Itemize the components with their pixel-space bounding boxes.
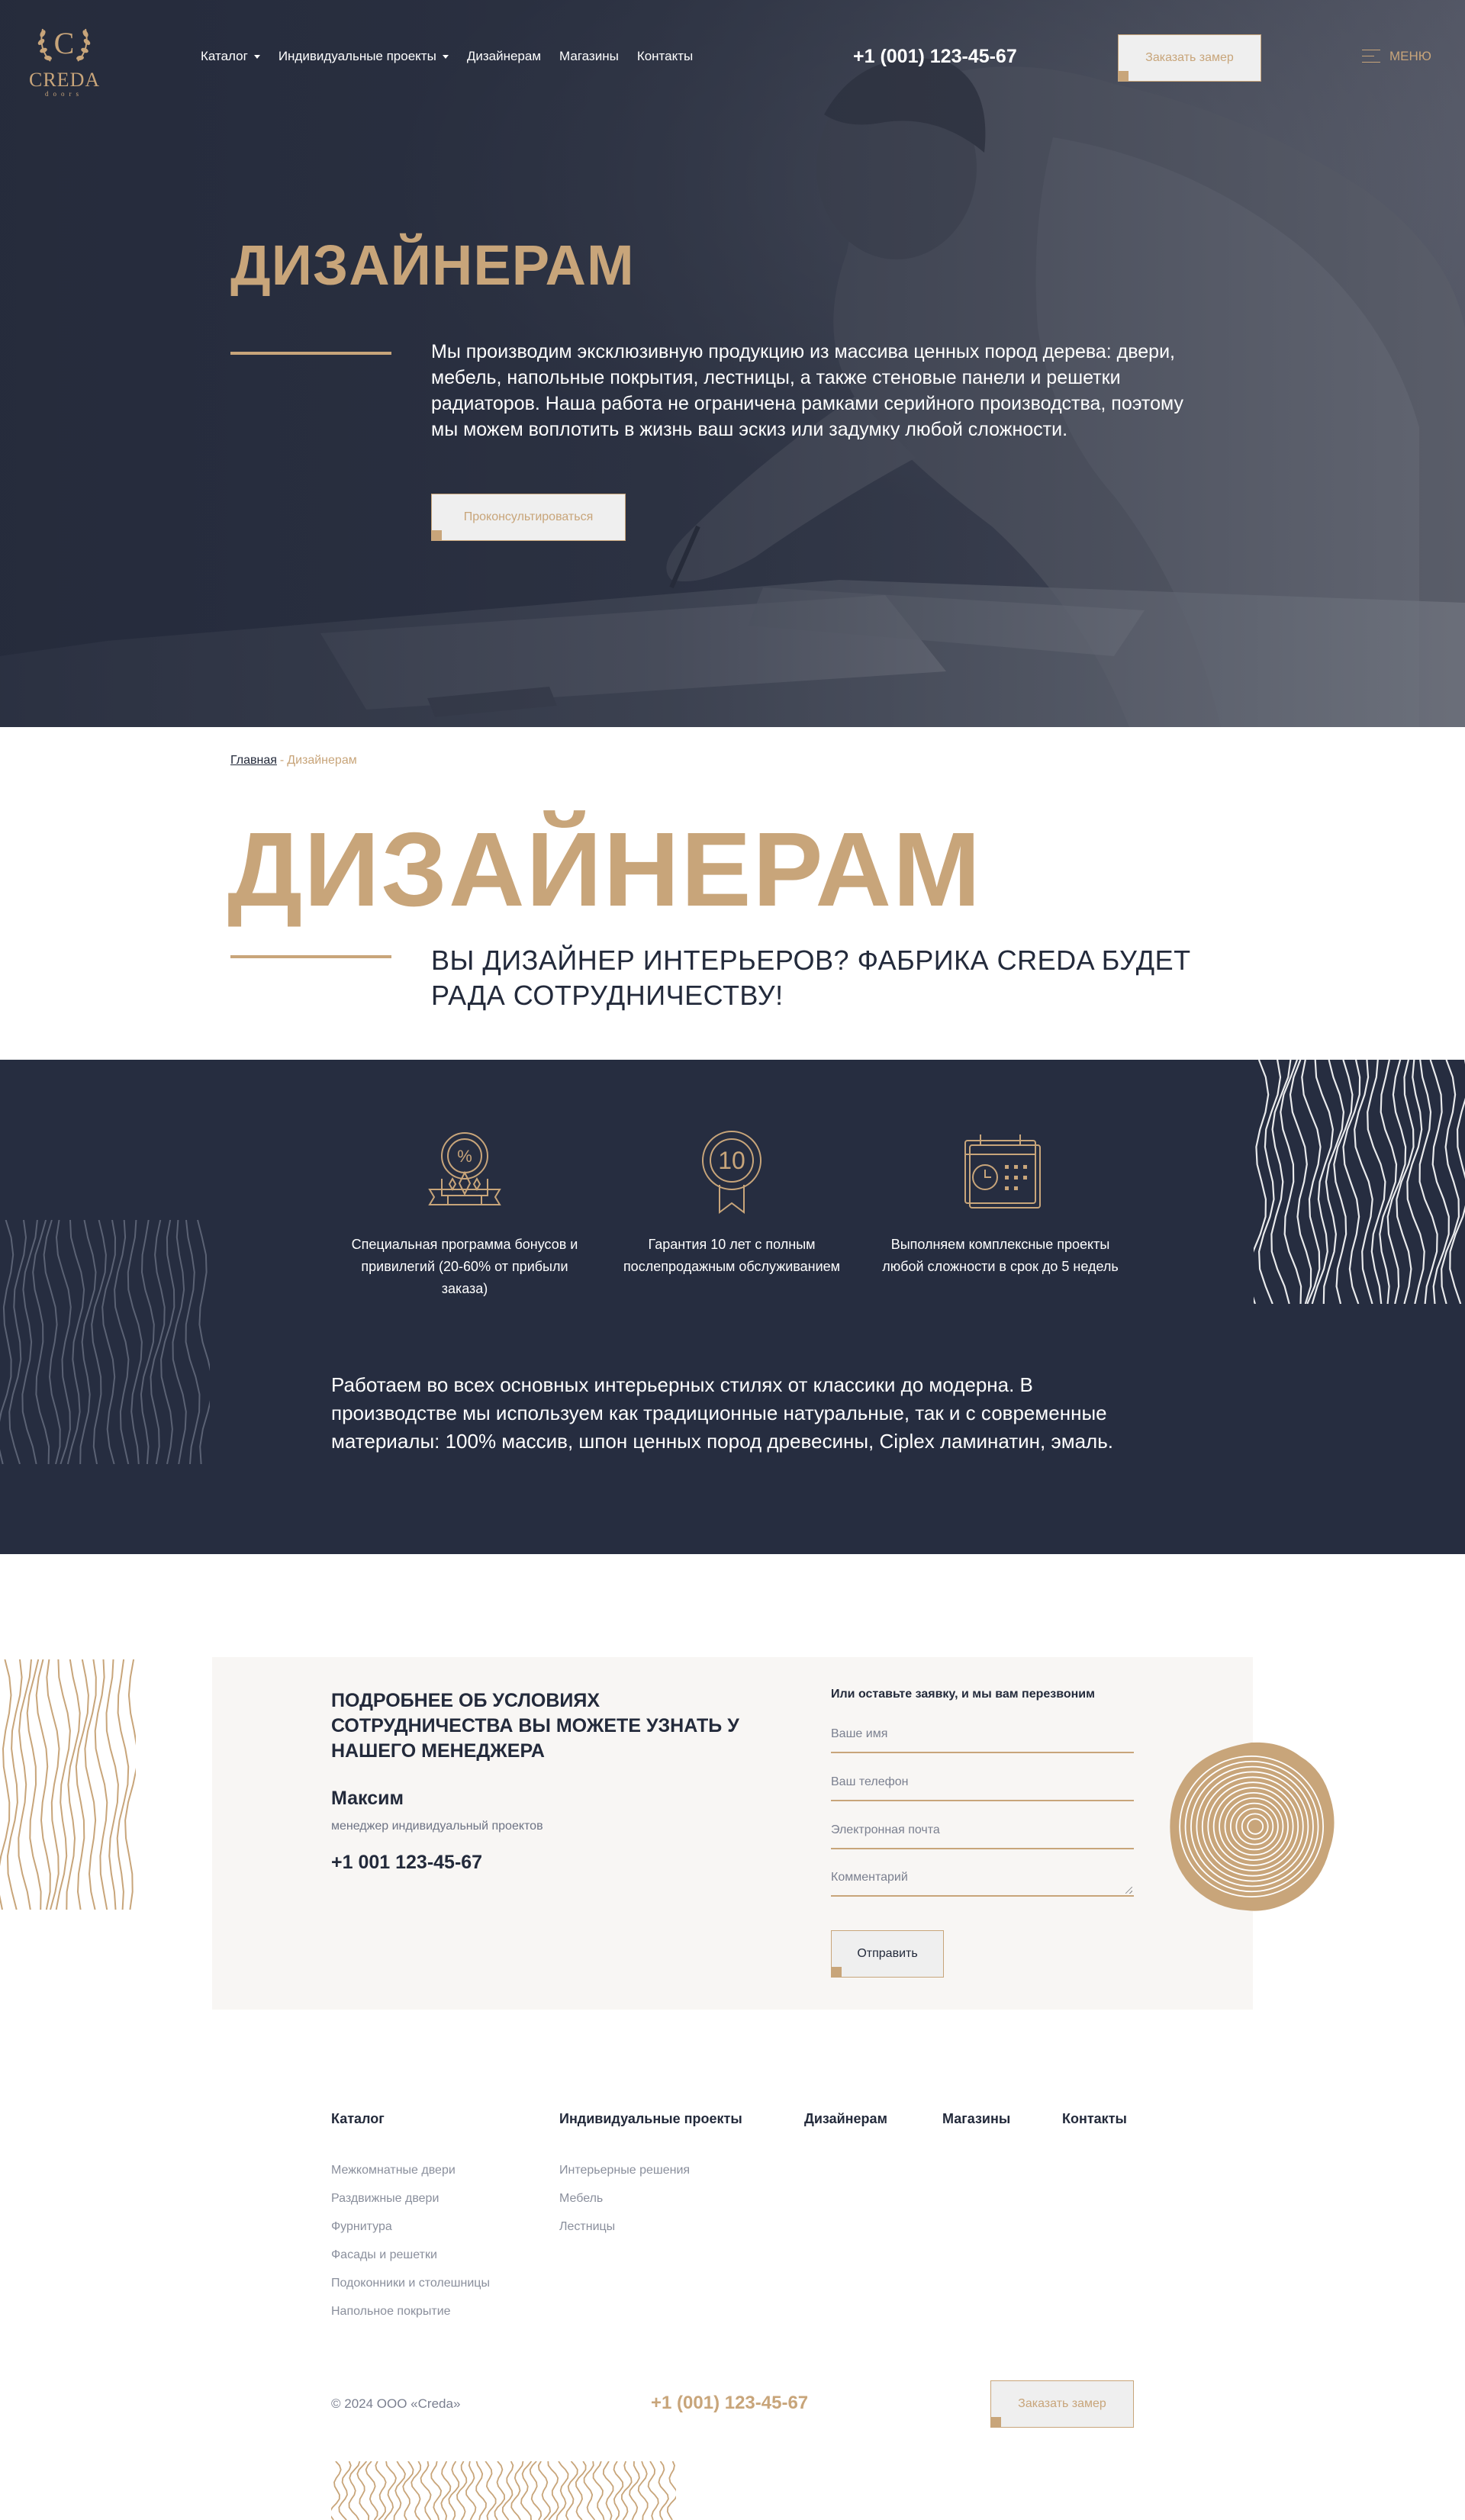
phone-field-wrap (831, 1772, 1134, 1801)
footer-link[interactable]: Лестницы (559, 2220, 690, 2248)
email-input[interactable] (831, 1820, 1134, 1837)
menu-label: МЕНЮ (1389, 49, 1431, 63)
phone-input[interactable] (831, 1772, 1134, 1789)
wood-grain-pattern (0, 1659, 136, 1910)
nav-label: Контакты (636, 49, 694, 63)
comment-textarea[interactable] (831, 1868, 1134, 1884)
order-measurement-button[interactable]: Заказать замер (1118, 34, 1261, 82)
nav-label: Каталог (201, 49, 248, 63)
award-number: 10 (718, 1147, 745, 1174)
footer-heading-stores[interactable]: Магазины (942, 2111, 1010, 2127)
breadcrumb: Главная - Дизайнерам (230, 754, 357, 768)
wood-grain-pattern (331, 2461, 676, 2520)
feature-text: Выполняем комплексные проекты любой слож… (882, 1237, 1119, 1274)
corner-accent (990, 2417, 1001, 2428)
name-field-wrap (831, 1724, 1134, 1753)
button-label: Отправить (857, 1947, 918, 1960)
manager-phone-link[interactable]: +1 001 123-45-67 (331, 1852, 482, 1874)
resize-handle-icon[interactable] (1125, 1887, 1132, 1894)
features-section: % Специальная программа бонусов и привил… (0, 1060, 1465, 1554)
nav-item-stores[interactable]: Магазины (559, 49, 619, 64)
hero-accent-line (230, 352, 391, 355)
features-description: Работаем во всех основных интерьерных ст… (331, 1373, 1113, 1453)
corner-accent (1118, 71, 1129, 82)
calendar-clock-icon (964, 1134, 1041, 1209)
nav-item-catalog[interactable]: Каталог (201, 49, 260, 64)
manager-name: Максим (331, 1788, 404, 1809)
nav-label: Магазины (559, 49, 619, 63)
button-label: Заказать замер (1145, 51, 1234, 64)
footer-phone-link[interactable]: +1 (001) 123-45-67 (651, 2393, 808, 2414)
footer-heading-designers[interactable]: Дизайнерам (804, 2111, 887, 2127)
svg-text:%: % (457, 1147, 472, 1166)
header-phone-link[interactable]: +1 (001) 123-45-67 (853, 46, 1017, 68)
hero-description: Мы производим эксклюзивную продукцию из … (431, 341, 1183, 440)
nav-item-individual-projects[interactable]: Индивидуальные проекты (279, 49, 449, 64)
footer-heading-individual-projects[interactable]: Индивидуальные проекты (559, 2111, 742, 2127)
chevron-down-icon (442, 54, 449, 59)
footer-projects-links: Интерьерные решения Мебель Лестницы (559, 2164, 690, 2248)
feature-fast-delivery: Выполняем комплексные проекты любой слож… (874, 1130, 1126, 1278)
copyright: © 2024 ООО «Creda» (331, 2396, 461, 2411)
contact-heading: ПОДРОБНЕЕ ОБ УСЛОВИЯХ СОТРУДНИЧЕСТВА ВЫ … (331, 1690, 739, 1762)
breadcrumb-separator: - (279, 754, 285, 767)
consult-button[interactable]: Проконсультироваться (431, 494, 626, 541)
main-nav: Каталог Индивидуальные проекты Дизайнера… (201, 49, 711, 64)
manager-role: менеджер индивидуальный проектов (331, 1820, 543, 1833)
logo-wordmark: CREDA (29, 69, 101, 91)
feature-bonus-program: % Специальная программа бонусов и привил… (339, 1130, 591, 1300)
subtitle-accent-line (230, 955, 391, 958)
chevron-down-icon (253, 54, 260, 59)
footer-link[interactable]: Фурнитура (331, 2220, 490, 2248)
breadcrumb-home-link[interactable]: Главная (230, 754, 277, 767)
footer-heading-catalog[interactable]: Каталог (331, 2111, 385, 2127)
corner-accent (831, 1967, 842, 1978)
footer-link[interactable]: Подоконники и столешницы (331, 2277, 490, 2305)
page-title: ДИЗАЙНЕРАМ (227, 811, 983, 929)
page-subtitle: ВЫ ДИЗАЙНЕР ИНТЕРЬЕРОВ? ФАБРИКА CREDA БУ… (431, 945, 1191, 1011)
hero-title: ДИЗАЙНЕРАМ (230, 233, 635, 297)
footer-link[interactable]: Раздвижные двери (331, 2192, 490, 2220)
creda-logo[interactable]: C CREDA doors (29, 15, 99, 101)
callback-form-title: Или оставьте заявку, и мы вам перезвоним (831, 1688, 1095, 1701)
footer-link[interactable]: Напольное покрытие (331, 2305, 490, 2333)
footer-catalog-links: Межкомнатные двери Раздвижные двери Фурн… (331, 2164, 490, 2333)
nav-label: Дизайнерам (466, 49, 542, 63)
corner-accent (431, 530, 442, 541)
wood-grain-pattern (0, 1220, 210, 1464)
footer-link[interactable]: Межкомнатные двери (331, 2164, 490, 2192)
tree-rings-illustration (1170, 1742, 1335, 1911)
feature-text: Гарантия 10 лет с полным послепродажным … (623, 1237, 841, 1274)
comment-field-wrap (831, 1868, 1134, 1897)
nav-item-contacts[interactable]: Контакты (637, 49, 693, 64)
button-label: Заказать замер (1018, 2397, 1106, 2410)
wood-grain-pattern (1254, 1060, 1465, 1304)
logo-letter: C (54, 26, 75, 60)
breadcrumb-current: Дизайнерам (287, 754, 357, 767)
footer-order-measurement-button[interactable]: Заказать замер (990, 2380, 1134, 2428)
footer-link[interactable]: Интерьерные решения (559, 2164, 690, 2192)
footer-heading-contacts[interactable]: Контакты (1062, 2111, 1127, 2127)
footer-link[interactable]: Фасады и решетки (331, 2248, 490, 2277)
button-label: Проконсультироваться (463, 510, 594, 523)
ten-year-award-icon: 10 (702, 1131, 761, 1214)
logo-subline: doors (45, 90, 83, 98)
name-input[interactable] (831, 1724, 1134, 1741)
submit-button[interactable]: Отправить (831, 1930, 944, 1978)
menu-toggle-button[interactable]: МЕНЮ (1362, 49, 1431, 64)
footer-link[interactable]: Мебель (559, 2192, 690, 2220)
email-field-wrap (831, 1820, 1134, 1849)
laurel-wreath-icon: C (37, 26, 91, 62)
feature-text: Специальная программа бонусов и привилег… (351, 1237, 578, 1296)
hamburger-icon (1362, 50, 1380, 63)
contact-manager-card: ПОДРОБНЕЕ ОБ УСЛОВИЯХ СОТРУДНИЧЕСТВА ВЫ … (212, 1657, 1253, 2010)
nav-label: Индивидуальные проекты (278, 49, 436, 63)
nav-item-designers[interactable]: Дизайнерам (467, 49, 541, 64)
discount-badge-icon: % (428, 1132, 501, 1205)
top-navigation-bar: C CREDA doors Каталог Индивидуальные про… (0, 0, 1465, 114)
feature-warranty: 10 Гарантия 10 лет с полным послепродажн… (606, 1130, 858, 1278)
